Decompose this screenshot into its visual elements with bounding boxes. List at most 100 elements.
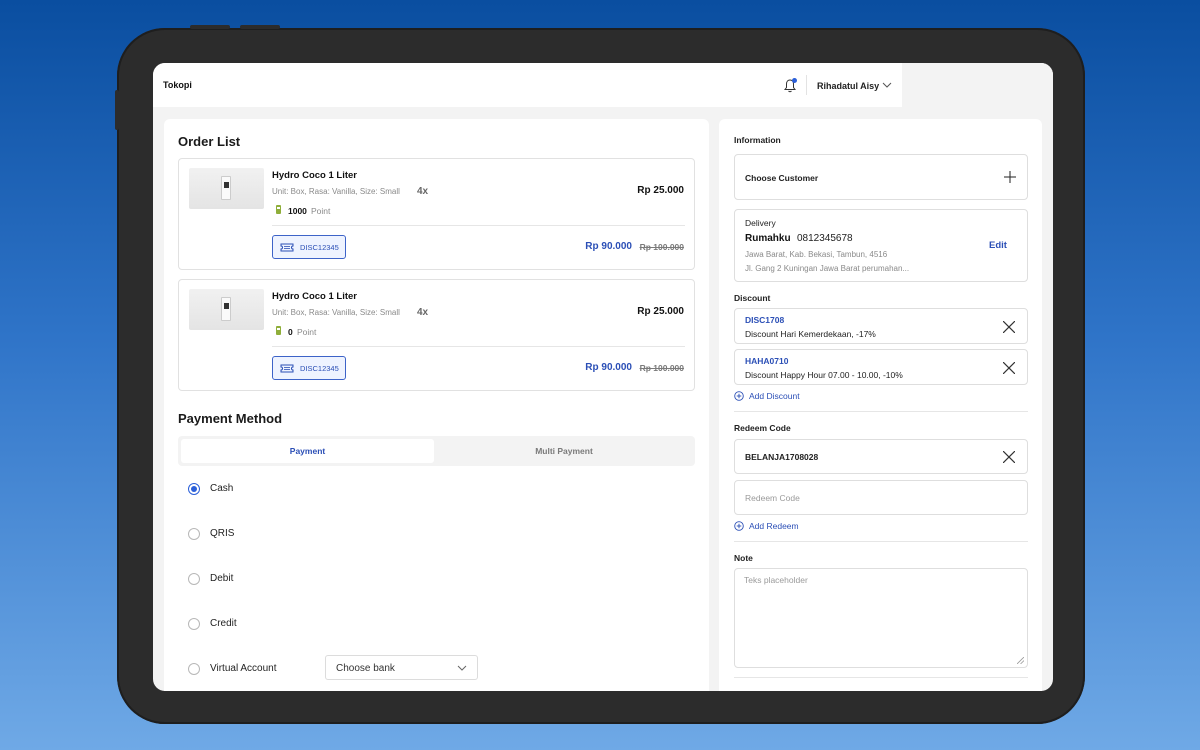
order-item-card: Hydro Coco 1 Liter Unit: Box, Rasa: Vani… (178, 279, 695, 391)
app-screen: Tokopi Rihadatul Aisy Order List Hydro C… (153, 63, 1053, 691)
note-textarea[interactable]: Teks placeholder (734, 568, 1028, 668)
plus-circle-icon (734, 521, 744, 531)
delivery-edit-button[interactable]: Edit (989, 240, 1007, 251)
original-price: Rp 100.000 (639, 242, 684, 252)
product-quantity: 4x (417, 186, 429, 197)
ticket-icon (280, 243, 294, 252)
close-icon[interactable] (1003, 362, 1015, 374)
choose-customer-label: Choose Customer (745, 173, 819, 183)
section-divider (734, 541, 1028, 542)
section-divider (734, 677, 1028, 678)
radio-button[interactable] (188, 618, 200, 630)
product-spec: Unit: Box, Rasa: Vanilla, Size: Small (272, 187, 400, 196)
redeem-code-placeholder: Redeem Code (745, 493, 800, 503)
bank-select-value: Choose bank (336, 663, 395, 674)
delivery-label: Delivery (745, 218, 776, 228)
point-label: Point (311, 206, 331, 216)
final-price: Rp 90.000 (585, 241, 632, 252)
original-price: Rp 100.000 (639, 363, 684, 373)
redeem-code-title: Redeem Code (734, 423, 791, 433)
choose-customer-button[interactable]: Choose Customer (734, 154, 1028, 200)
discount-chip-code: DISC12345 (300, 364, 339, 373)
product-price: Rp 25.000 (637, 306, 684, 317)
payment-option-label: Credit (210, 618, 237, 629)
discount-description: Discount Hari Kemerdekaan, -17% (745, 329, 876, 339)
discount-code: DISC1708 (745, 315, 785, 325)
radio-button[interactable] (188, 483, 200, 495)
payment-option-qris[interactable]: QRIS (188, 526, 488, 542)
notification-dot (792, 78, 797, 83)
chevron-down-icon[interactable] (882, 81, 892, 89)
note-placeholder: Teks placeholder (744, 575, 808, 585)
note-title: Note (734, 553, 753, 563)
resize-grip-icon[interactable] (1017, 657, 1024, 664)
header-blank-area (902, 63, 1053, 107)
radio-button[interactable] (188, 528, 200, 540)
applied-redeem-code: BELANJA1708028 (734, 439, 1028, 474)
app-name: Tokopi (163, 80, 192, 90)
close-icon[interactable] (1003, 321, 1015, 333)
tab-multi-payment[interactable]: Multi Payment (436, 439, 692, 463)
final-price: Rp 90.000 (585, 362, 632, 373)
header-divider (806, 75, 807, 95)
order-panel: Order List Hydro Coco 1 Liter Unit: Box,… (164, 119, 709, 691)
delivery-name: Rumahku (745, 233, 791, 244)
user-name[interactable]: Rihadatul Aisy (817, 81, 879, 91)
product-image (189, 168, 264, 209)
discount-chip[interactable]: DISC12345 (272, 356, 346, 380)
discount-chip[interactable]: DISC12345 (272, 235, 346, 259)
payment-option-label: Cash (210, 483, 234, 494)
plus-icon (1004, 171, 1016, 183)
bank-select[interactable]: Choose bank (325, 655, 478, 680)
point-icon (276, 326, 281, 335)
payment-option-cash[interactable]: Cash (188, 481, 488, 497)
delivery-address-line2: Jl. Gang 2 Kuningan Jawa Barat perumahan… (745, 264, 910, 273)
discount-code: HAHA0710 (745, 356, 789, 366)
plus-circle-icon (734, 391, 744, 401)
point-icon (276, 205, 281, 214)
add-redeem-label: Add Redeem (749, 521, 799, 531)
payment-option-credit[interactable]: Credit (188, 616, 488, 632)
information-title: Information (734, 135, 781, 145)
product-price: Rp 25.000 (637, 185, 684, 196)
information-panel: Information Choose Customer Delivery Rum… (719, 119, 1042, 691)
order-item-card: Hydro Coco 1 Liter Unit: Box, Rasa: Vani… (178, 158, 695, 270)
radio-button[interactable] (188, 663, 200, 675)
close-icon[interactable] (1003, 451, 1015, 463)
discount-chip-code: DISC12345 (300, 243, 339, 252)
discount-item: DISC1708 Discount Hari Kemerdekaan, -17% (734, 308, 1028, 344)
payment-option-label: Debit (210, 573, 234, 584)
discount-description: Discount Happy Hour 07.00 - 10.00, -10% (745, 370, 903, 380)
payment-method-title: Payment Method (178, 411, 283, 426)
delivery-address-line1: Jawa Barat, Kab. Bekasi, Tambun, 4516 (745, 250, 888, 259)
product-name: Hydro Coco 1 Liter (272, 170, 357, 181)
card-divider (272, 225, 685, 226)
applied-redeem-code-value: BELANJA1708028 (745, 452, 819, 462)
point-value: 0 (288, 327, 293, 337)
tab-payment[interactable]: Payment (181, 439, 434, 463)
product-spec: Unit: Box, Rasa: Vanilla, Size: Small (272, 308, 400, 317)
payment-option-debit[interactable]: Debit (188, 571, 488, 587)
delivery-card: Delivery Rumahku 0812345678 Edit Jawa Ba… (734, 209, 1028, 282)
product-quantity: 4x (417, 307, 429, 318)
payment-tabs: Payment Multi Payment (178, 436, 695, 466)
section-divider (734, 411, 1028, 412)
chevron-down-icon (457, 665, 467, 671)
tablet-side-button (115, 90, 119, 130)
point-label: Point (297, 327, 317, 337)
product-image (189, 289, 264, 330)
delivery-phone: 0812345678 (797, 233, 853, 244)
add-discount-label: Add Discount (749, 391, 800, 401)
order-list-title: Order List (178, 134, 241, 149)
payment-option-label: Virtual Account (210, 663, 277, 674)
radio-button[interactable] (188, 573, 200, 585)
tablet-top-button (190, 25, 230, 29)
point-value: 1000 (288, 206, 307, 216)
redeem-code-input[interactable]: Redeem Code (734, 480, 1028, 515)
payment-option-label: QRIS (210, 528, 235, 539)
discount-title: Discount (734, 293, 771, 303)
card-divider (272, 346, 685, 347)
top-bar: Tokopi Rihadatul Aisy (153, 63, 1053, 107)
ticket-icon (280, 364, 294, 373)
tablet-top-button (240, 25, 280, 29)
